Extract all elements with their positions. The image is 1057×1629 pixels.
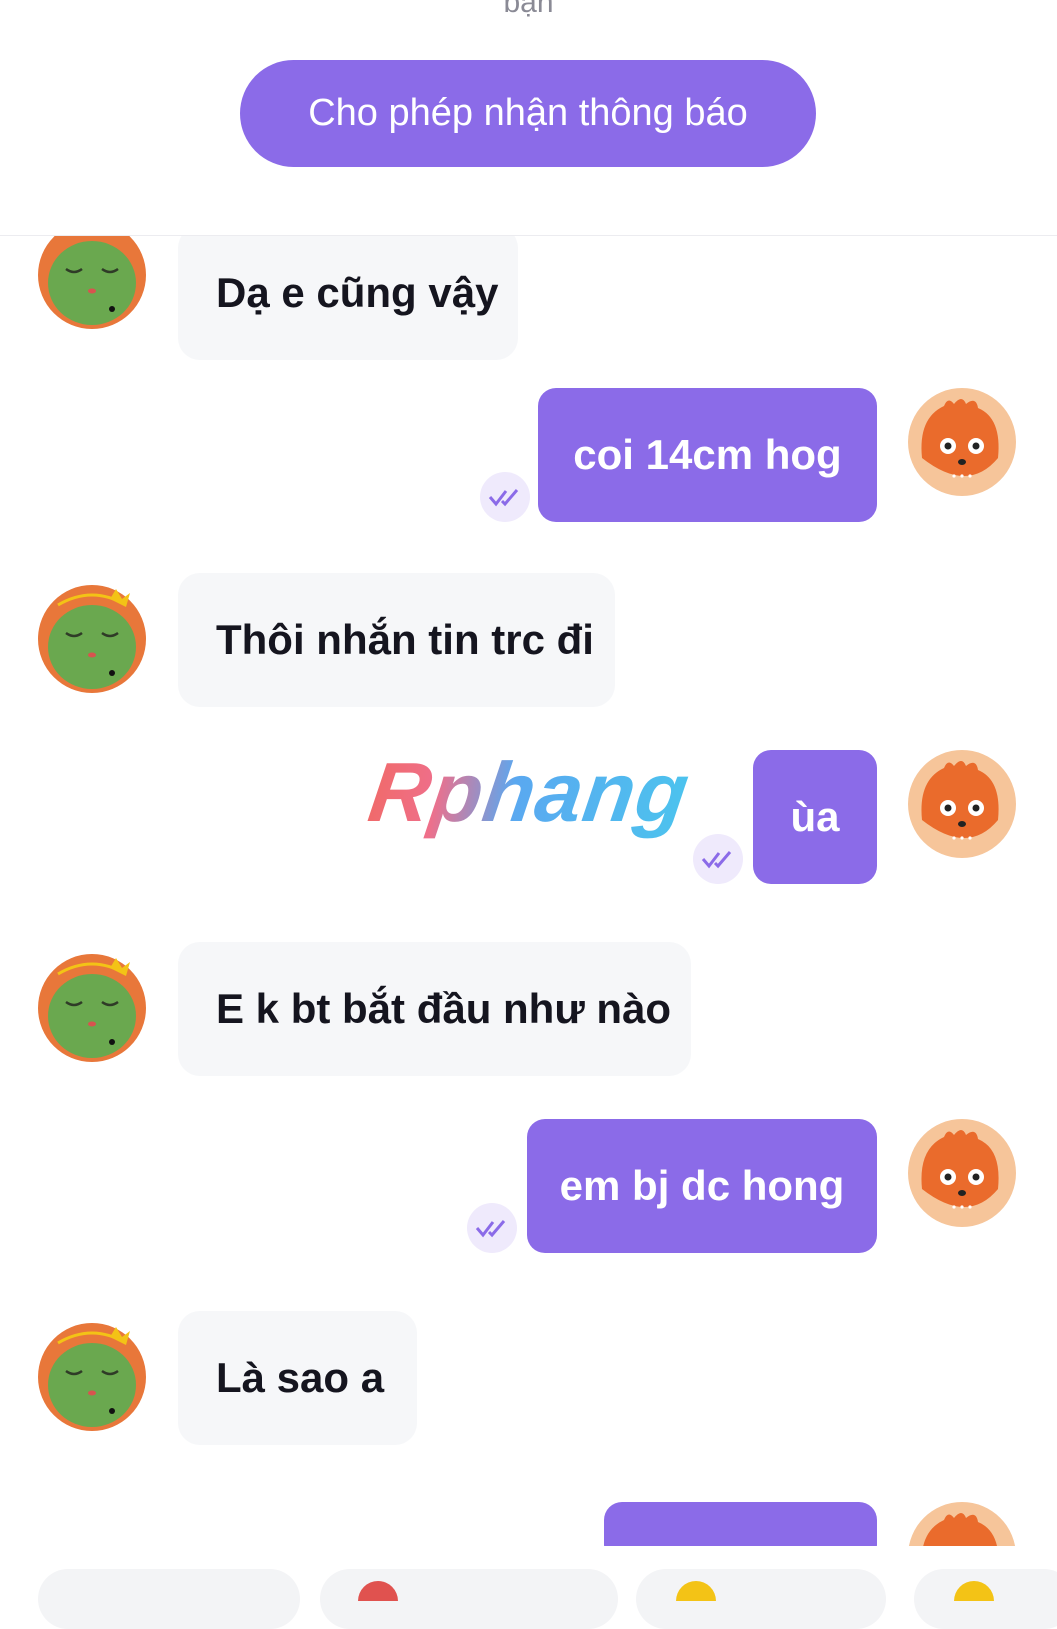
allow-notifications-button[interactable]: Cho phép nhận thông báo	[240, 60, 816, 167]
banner-text: bạn	[503, 0, 554, 19]
heart-icon	[358, 1581, 398, 1601]
outgoing-message-bubble[interactable]: coi 14cm hog	[538, 388, 877, 522]
emoji-icon	[954, 1581, 994, 1601]
orange-monster-avatar-icon	[908, 750, 1016, 858]
incoming-message-bubble[interactable]: Thôi nhắn tin trc đi	[178, 573, 615, 707]
double-check-icon	[467, 1203, 517, 1253]
quick-reply-chip[interactable]	[636, 1569, 886, 1629]
emoji-icon	[676, 1581, 716, 1601]
incoming-message-bubble[interactable]: E k bt bắt đầu như nào	[178, 942, 691, 1076]
orange-monster-avatar-icon	[908, 1119, 1016, 1227]
green-dragon-avatar-icon	[38, 954, 146, 1062]
double-check-icon	[693, 834, 743, 884]
green-dragon-avatar-icon	[38, 585, 146, 693]
green-dragon-avatar-icon	[38, 236, 146, 329]
green-dragon-avatar-icon	[38, 1323, 146, 1431]
quick-reply-chip[interactable]	[914, 1569, 1057, 1629]
incoming-message-bubble[interactable]: Là sao a	[178, 1311, 417, 1445]
outgoing-message-bubble[interactable]: ùa	[753, 750, 877, 884]
notification-banner: bạn Cho phép nhận thông báo	[0, 0, 1057, 236]
message-list[interactable]: Dạ e cũng vậy coi 14cm hog Thôi nhắn tin…	[0, 236, 1057, 1546]
orange-monster-avatar-icon	[908, 1502, 1016, 1546]
orange-monster-avatar-icon	[908, 388, 1016, 496]
quick-reply-chip[interactable]	[320, 1569, 618, 1629]
quick-reply-chip[interactable]	[38, 1569, 300, 1629]
quick-reaction-bar	[0, 1546, 1057, 1629]
double-check-icon	[480, 472, 530, 522]
outgoing-message-bubble[interactable]	[604, 1502, 877, 1546]
outgoing-message-bubble[interactable]: em bj dc hong	[527, 1119, 877, 1253]
incoming-message-bubble[interactable]: Dạ e cũng vậy	[178, 236, 518, 360]
watermark-logo: Rphang	[363, 745, 696, 839]
